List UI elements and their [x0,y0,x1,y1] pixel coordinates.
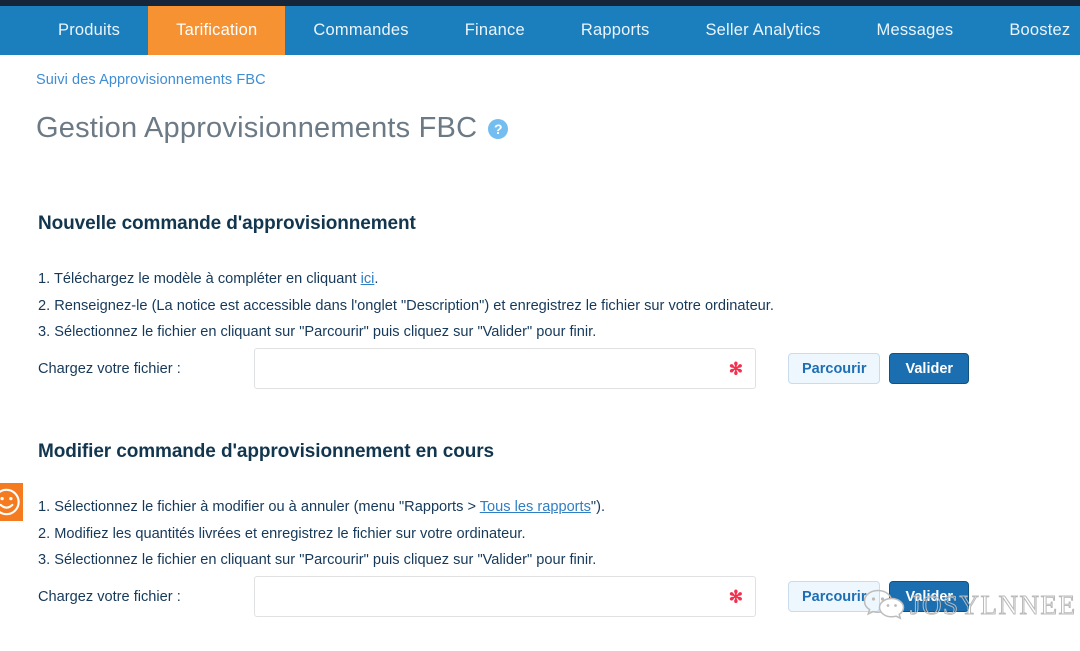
validate-button[interactable]: Valider [889,581,970,612]
nav-label: Messages [876,21,954,39]
steps-list-modifier-commande: 1. Sélectionnez le fichier à modifier ou… [38,494,605,574]
link-tous-les-rapports[interactable]: Tous les rapports [480,499,591,515]
step-item: 2. Modifiez les quantités livrées et enr… [38,521,605,548]
required-asterisk-icon: ✻ [728,587,743,606]
section-heading-nouvelle-commande: Nouvelle commande d'approvisionnement [38,213,416,234]
nav-item-commandes[interactable]: Commandes [285,6,436,55]
main-navigation: Produits Tarification Commandes Finance … [0,6,1080,55]
step-text-suffix: "). [590,499,606,515]
page-title-row: Gestion Approvisionnements FBC ? [36,112,509,144]
nav-label: Produits [58,21,121,39]
step-text: 2. Renseignez-le (La notice est accessib… [38,297,774,314]
page-title: Gestion Approvisionnements FBC [36,112,478,144]
step-item: 3. Sélectionnez le fichier en cliquant s… [38,547,605,574]
nav-item-produits[interactable]: Produits [30,6,148,55]
nav-item-rapports[interactable]: Rapports [553,6,678,55]
step-item: 2. Renseignez-le (La notice est accessib… [38,293,774,320]
link-ici[interactable]: ici [361,271,375,287]
step-item: 1. Téléchargez le modèle à compléter en … [38,266,774,293]
browse-button[interactable]: Parcourir [788,353,881,384]
section-heading-modifier-commande: Modifier commande d'approvisionnement en… [38,441,494,462]
upload-label: Chargez votre fichier : [38,588,181,605]
step-text: 3. Sélectionnez le fichier en cliquant s… [38,324,597,340]
step-text: 2. Modifiez les quantités livrées et enr… [38,525,526,542]
help-circle-icon[interactable]: ? [488,118,509,139]
upload-row-nouvelle-commande: Chargez votre fichier : ✻ Parcourir Vali… [38,348,970,389]
file-path-input[interactable] [255,349,755,388]
step-text: 1. Sélectionnez le fichier à modifier ou… [38,499,480,515]
validate-button[interactable]: Valider [889,353,970,384]
step-item: 1. Sélectionnez le fichier à modifier ou… [38,494,605,521]
file-input-wrapper[interactable]: ✻ [254,348,756,389]
breadcrumb[interactable]: Suivi des Approvisionnements FBC [36,72,266,88]
step-text: 1. Téléchargez le modèle à compléter en … [38,271,361,287]
page-root: Produits Tarification Commandes Finance … [0,0,1080,651]
nav-item-seller-analytics[interactable]: Seller Analytics [677,6,848,55]
nav-label: Finance [464,21,525,39]
upload-label: Chargez votre fichier : [38,360,181,377]
step-item: 3. Sélectionnez le fichier en cliquant s… [38,319,774,346]
smiley-face-icon [0,488,20,516]
nav-label: Rapports [580,21,650,39]
upload-row-modifier-commande: Chargez votre fichier : ✻ Parcourir Vali… [38,576,970,617]
nav-label: Commandes [313,21,409,39]
nav-label: Seller Analytics [705,21,821,39]
file-path-input[interactable] [255,577,755,616]
nav-label: Boostez [1009,21,1071,39]
steps-list-nouvelle-commande: 1. Téléchargez le modèle à compléter en … [38,266,774,346]
required-asterisk-icon: ✻ [728,359,743,378]
feedback-side-tab[interactable] [0,483,23,521]
nav-label: Tarification [176,21,258,39]
browse-button[interactable]: Parcourir [788,581,881,612]
nav-item-tarification[interactable]: Tarification [148,6,286,55]
step-text-suffix: . [374,271,379,287]
step-text: 3. Sélectionnez le fichier en cliquant s… [38,552,597,568]
nav-item-boostez[interactable]: Boostez [981,6,1080,55]
file-input-wrapper[interactable]: ✻ [254,576,756,617]
nav-item-messages[interactable]: Messages [849,6,982,55]
nav-item-finance[interactable]: Finance [437,6,553,55]
